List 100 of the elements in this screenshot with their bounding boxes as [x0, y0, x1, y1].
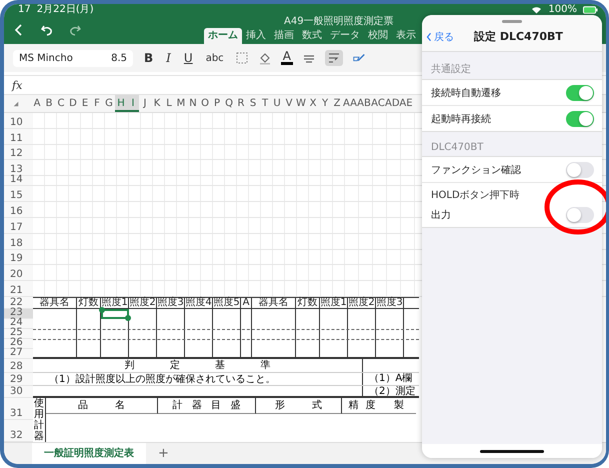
column-header[interactable]: X: [307, 95, 319, 112]
row-header[interactable]: 11: [4, 128, 33, 144]
table-header-cell: 照度3: [157, 298, 185, 308]
row-header[interactable]: 32: [4, 420, 33, 442]
sheet-tab[interactable]: 一般証明照度測定表: [32, 443, 146, 464]
row-header[interactable]: 31: [4, 398, 33, 420]
add-sheet-button[interactable]: +: [146, 443, 181, 464]
column-header[interactable]: Z: [331, 95, 343, 112]
column-header[interactable]: T: [259, 95, 271, 112]
row-header[interactable]: 18: [4, 234, 33, 248]
column-header[interactable]: K: [151, 95, 163, 112]
column-header[interactable]: J: [139, 95, 151, 112]
row-header[interactable]: 14: [4, 176, 33, 186]
back-chevron-icon[interactable]: [426, 32, 432, 42]
row-header[interactable]: 29: [4, 372, 33, 386]
column-header[interactable]: E: [79, 95, 91, 112]
toggle-switch[interactable]: [566, 84, 594, 100]
section-header: DLC470BT: [430, 141, 484, 155]
table-header-cell: 器具名: [33, 298, 77, 308]
toggle-switch[interactable]: [566, 110, 594, 126]
column-header[interactable]: Y: [319, 95, 331, 112]
drag-handle[interactable]: [502, 20, 522, 23]
ribbon-tab[interactable]: 挿入: [242, 28, 270, 44]
column-header[interactable]: F: [91, 95, 103, 112]
battery-percent: 100%: [548, 4, 577, 16]
ribbon-tab[interactable]: 数式: [298, 28, 326, 44]
toggle-switch[interactable]: [566, 206, 594, 222]
column-header[interactable]: M: [175, 95, 187, 112]
fill-bucket-icon[interactable]: [258, 51, 272, 65]
column-header[interactable]: AD: [385, 95, 399, 112]
ribbon-tab[interactable]: 描画: [270, 28, 298, 44]
column-header[interactable]: G: [103, 95, 115, 112]
ribbon-tab[interactable]: ホーム: [204, 28, 242, 44]
row-header[interactable]: 30: [4, 386, 33, 398]
column-header[interactable]: Q: [223, 95, 235, 112]
column-header[interactable]: I: [127, 95, 139, 112]
font-field[interactable]: MS Mincho 8.5: [13, 50, 133, 66]
table-header-cell: 品 名: [46, 398, 158, 414]
row-header[interactable]: 25: [4, 328, 33, 339]
row-header[interactable]: 21: [4, 281, 33, 296]
column-header[interactable]: S: [247, 95, 259, 112]
table-header-cell: 形 式: [256, 398, 342, 414]
wrap-text-icon[interactable]: [324, 50, 343, 66]
row-caption: HOLDボタン押下時: [431, 188, 521, 202]
document-title: A49一般照明照度測定票: [283, 16, 394, 28]
column-header[interactable]: AE: [399, 95, 413, 112]
column-header[interactable]: D: [67, 95, 79, 112]
column-header[interactable]: AB: [357, 95, 371, 112]
column-header[interactable]: AC: [371, 95, 385, 112]
row-header[interactable]: 24: [4, 318, 33, 329]
ribbon-tab[interactable]: 校閲: [364, 28, 392, 44]
row-header[interactable]: 13: [4, 160, 33, 176]
strikethrough-button[interactable]: abc: [204, 52, 226, 64]
function-label: fx: [12, 78, 22, 92]
status-time: 17: [18, 4, 31, 16]
column-header[interactable]: C: [55, 95, 67, 112]
back-link[interactable]: 戻る: [426, 30, 474, 44]
row-header[interactable]: 10: [4, 113, 33, 128]
row-header[interactable]: 12: [4, 144, 33, 160]
row-header[interactable]: 16: [4, 202, 33, 217]
underline-button[interactable]: U: [182, 51, 195, 65]
column-header[interactable]: A: [31, 95, 43, 112]
note-text: （2）測定: [368, 386, 416, 396]
table-header-cell: 器具名: [252, 298, 296, 308]
table-header-cell: 灯数: [296, 298, 320, 308]
column-header[interactable]: AA: [343, 95, 357, 112]
row-header[interactable]: 26: [4, 338, 33, 349]
row-header[interactable]: 23: [4, 308, 33, 319]
redo-icon[interactable]: [68, 23, 82, 37]
column-header[interactable]: H: [115, 95, 127, 112]
column-header[interactable]: R: [235, 95, 247, 112]
italic-button[interactable]: I: [164, 51, 173, 65]
row-header[interactable]: 17: [4, 218, 33, 233]
column-header[interactable]: V: [283, 95, 295, 112]
column-header[interactable]: O: [199, 95, 211, 112]
bold-button[interactable]: B: [142, 51, 156, 65]
row-header[interactable]: 15: [4, 186, 33, 202]
column-header[interactable]: B: [43, 95, 55, 112]
column-header[interactable]: W: [295, 95, 307, 112]
column-header[interactable]: P: [211, 95, 223, 112]
row-header[interactable]: 27: [4, 348, 33, 359]
row-header[interactable]: 20: [4, 265, 33, 280]
ribbon-tab[interactable]: 表示: [392, 28, 420, 44]
column-header[interactable]: U: [271, 95, 283, 112]
setting-label: 出力: [431, 208, 451, 222]
cell-selection[interactable]: [101, 308, 129, 319]
column-header[interactable]: N: [187, 95, 199, 112]
undo-icon[interactable]: [40, 23, 54, 37]
ribbon-tab[interactable]: データ: [326, 28, 364, 44]
row-header[interactable]: 22: [4, 296, 33, 309]
toggle-switch[interactable]: [566, 162, 594, 178]
table-header-cell: A: [241, 298, 252, 308]
criteria-title: 判 定 基 準: [33, 358, 363, 372]
select-all-icon[interactable]: [13, 100, 19, 106]
row-header[interactable]: 19: [4, 250, 33, 264]
table-header-cell: 照度1: [320, 298, 348, 308]
borders-icon[interactable]: [234, 51, 249, 65]
row-header[interactable]: 28: [4, 358, 33, 373]
font-color-button[interactable]: A: [280, 51, 293, 65]
column-header[interactable]: L: [163, 95, 175, 112]
